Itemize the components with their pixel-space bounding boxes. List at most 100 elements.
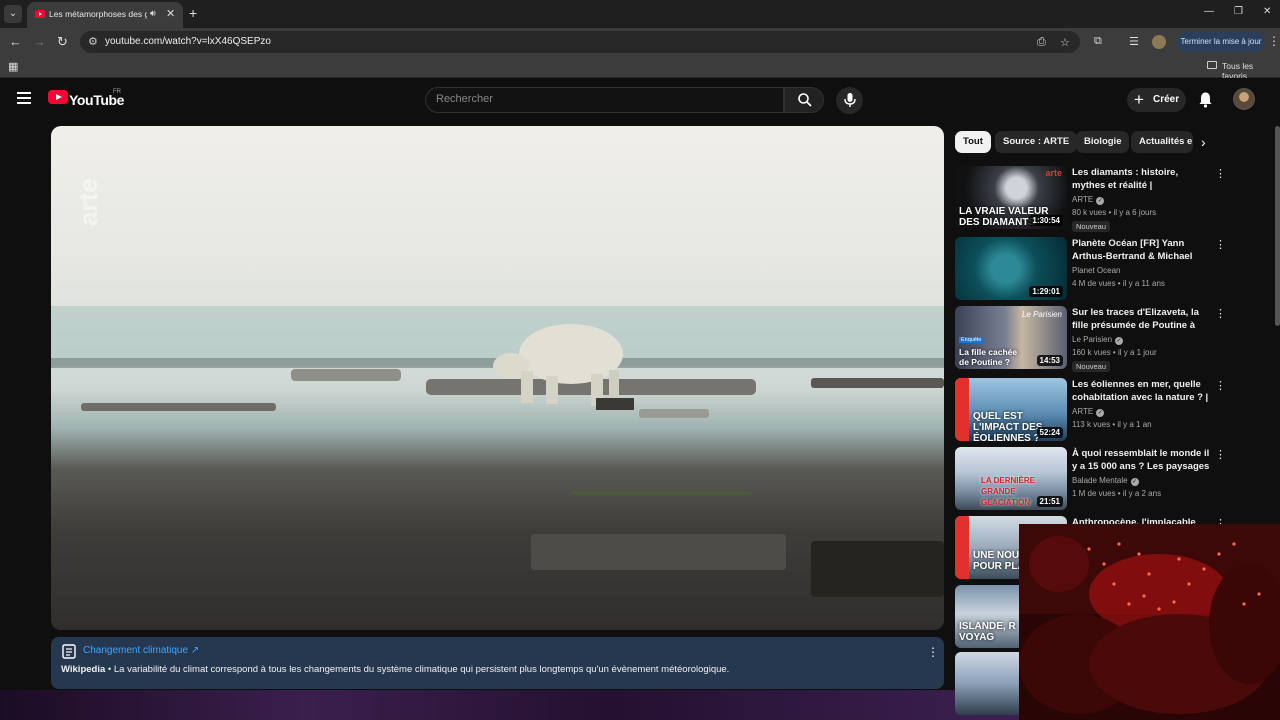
recommendation-item[interactable]: Enquête Le Parisien La fille cachée de P… bbox=[955, 306, 1226, 372]
channel-name-label: ARTE bbox=[1072, 195, 1094, 204]
update-button[interactable]: Terminer la mise à jour bbox=[1177, 32, 1265, 52]
webcam-image bbox=[1019, 524, 1280, 720]
verified-icon: ✓ bbox=[1096, 409, 1105, 417]
tab-search-chevron-down-icon[interactable]: ⌄ bbox=[4, 5, 22, 23]
more-vert-icon[interactable]: ⋮ bbox=[1215, 238, 1226, 251]
duration-badge: 14:53 bbox=[1036, 355, 1063, 366]
chevron-right-icon[interactable]: › bbox=[1201, 134, 1206, 150]
install-icon[interactable]: ⎙ bbox=[1037, 36, 1046, 49]
thumb-logo: Le Parisien bbox=[1021, 310, 1062, 319]
youtube-logo-icon[interactable] bbox=[48, 90, 68, 104]
url-text: youtube.com/watch?v=lxX46QSEPzo bbox=[105, 36, 271, 47]
chip-tout[interactable]: Tout bbox=[955, 131, 991, 153]
browser-tabstrip: ⌄ Les métamorphoses des glaciers 🔊︎ ✕ + … bbox=[0, 0, 1280, 28]
more-vert-icon[interactable]: ⋮ bbox=[1215, 448, 1226, 461]
window-close-icon[interactable]: ✕ bbox=[1263, 6, 1271, 17]
voice-search-button[interactable] bbox=[836, 87, 863, 114]
puzzle-icon[interactable]: ⧉ bbox=[1094, 35, 1102, 48]
video-title[interactable]: Sur les traces d'Elizaveta, la fille pré… bbox=[1072, 306, 1212, 332]
maximize-icon[interactable]: ❐ bbox=[1234, 6, 1243, 17]
search-input[interactable] bbox=[436, 93, 766, 105]
video-frame bbox=[51, 306, 944, 597]
more-vert-icon[interactable]: ⋮ bbox=[927, 645, 939, 659]
video-meta: 160 k vues • il y a 1 jour bbox=[1072, 348, 1157, 357]
thumbnail[interactable]: Enquête Le Parisien La fille cachée de P… bbox=[955, 306, 1067, 369]
bell-icon[interactable] bbox=[1198, 91, 1213, 108]
recommendation-item[interactable]: 1:29:01 Planète Océan [FR] Yann Arthus-B… bbox=[955, 237, 1226, 303]
channel-name-label: ARTE bbox=[1072, 407, 1094, 416]
desktop-background-strip bbox=[0, 690, 1020, 720]
recommendation-item[interactable]: LA DERNIÈRE GRANDE GLACIATION 21:51 À qu… bbox=[955, 447, 1226, 513]
search-button[interactable] bbox=[784, 87, 824, 113]
thumb-logo: arte bbox=[1045, 168, 1062, 178]
channel-name[interactable]: ARTE ✓ bbox=[1072, 407, 1105, 417]
recommendation-item[interactable]: arte LA VRAIE VALEUR DES DIAMANTS 1:30:5… bbox=[955, 166, 1226, 232]
more-vert-icon[interactable]: ⋮ bbox=[1215, 379, 1226, 392]
youtube-header: YouTube FR + Créer bbox=[0, 78, 1280, 122]
channel-name[interactable]: Le Parisien ✓ bbox=[1072, 335, 1124, 345]
thumb-text: La fille cachée de Poutine ? bbox=[959, 347, 1018, 367]
video-meta: 1 M de vues • il y a 2 ans bbox=[1072, 489, 1162, 498]
create-button[interactable]: + Créer bbox=[1127, 88, 1186, 112]
info-source: Wikipedia bbox=[61, 664, 106, 675]
video-meta: 113 k vues • il y a 1 an bbox=[1072, 420, 1152, 429]
tune-icon[interactable]: ⚙︎ bbox=[88, 35, 98, 48]
thumbnail[interactable]: LA DERNIÈRE GRANDE GLACIATION 21:51 bbox=[955, 447, 1067, 510]
reload-icon[interactable]: ↻ bbox=[57, 34, 68, 50]
recommendation-item[interactable]: QUEL EST L'IMPACT DES ÉOLIENNES ? 52:24 … bbox=[955, 378, 1226, 444]
tab-title: Les métamorphoses des glaciers bbox=[49, 9, 147, 19]
speaker-icon[interactable]: 🔊︎ bbox=[150, 8, 156, 19]
create-label: Créer bbox=[1153, 94, 1180, 105]
video-title[interactable]: À quoi ressemblait le monde il y a 15 00… bbox=[1072, 447, 1212, 473]
arrow-left-icon[interactable]: ← bbox=[9, 34, 22, 49]
chip-actualites[interactable]: Actualités en direct bbox=[1131, 131, 1193, 153]
channel-name[interactable]: Planet Ocean bbox=[1072, 266, 1120, 275]
profile-avatar[interactable] bbox=[1152, 35, 1166, 49]
more-vert-icon[interactable]: ⋮ bbox=[1215, 307, 1226, 320]
country-code: FR bbox=[113, 89, 121, 95]
thumbnail[interactable]: 1:29:01 bbox=[955, 237, 1067, 300]
video-player[interactable]: arte bbox=[51, 126, 944, 630]
minimize-icon[interactable]: — bbox=[1204, 6, 1214, 17]
browser-tab[interactable]: Les métamorphoses des glaciers 🔊︎ ✕ bbox=[27, 2, 183, 28]
document-icon bbox=[62, 644, 76, 659]
video-title[interactable]: Les diamants : histoire, mythes et réali… bbox=[1072, 166, 1212, 192]
topic-link[interactable]: Changement climatique ↗ bbox=[83, 645, 199, 656]
search-box bbox=[425, 87, 784, 113]
youtube-favicon-icon bbox=[35, 10, 45, 18]
plus-icon: + bbox=[1134, 90, 1144, 109]
apps-grid-icon[interactable]: ▦ bbox=[8, 60, 18, 73]
browser-toolbar: ← → ↻ ⚙︎ youtube.com/watch?v=lxX46QSEPzo… bbox=[0, 28, 1280, 56]
chip-biologie[interactable]: Biologie bbox=[1076, 131, 1130, 153]
mic-icon bbox=[844, 93, 856, 107]
reading-list-icon[interactable]: ☰ bbox=[1129, 35, 1139, 48]
video-title[interactable]: Planète Océan [FR] Yann Arthus-Bertrand … bbox=[1072, 237, 1212, 263]
browser-menu-icon[interactable]: ⋮ bbox=[1268, 34, 1280, 48]
star-icon[interactable]: ☆ bbox=[1060, 36, 1070, 49]
channel-name-label: Balade Mentale bbox=[1072, 476, 1128, 485]
duration-badge: 1:30:54 bbox=[1029, 215, 1063, 226]
plus-icon[interactable]: + bbox=[189, 5, 197, 21]
duration-badge: 21:51 bbox=[1036, 496, 1063, 507]
video-meta: 4 M de vues • il y a 11 ans bbox=[1072, 279, 1165, 288]
close-icon[interactable]: ✕ bbox=[166, 7, 175, 20]
avatar[interactable] bbox=[1233, 88, 1255, 110]
channel-name[interactable]: Balade Mentale ✓ bbox=[1072, 476, 1139, 486]
external-link-icon: ↗ bbox=[190, 645, 200, 656]
thumbnail[interactable]: QUEL EST L'IMPACT DES ÉOLIENNES ? 52:24 bbox=[955, 378, 1067, 441]
channel-name[interactable]: ARTE ✓ bbox=[1072, 195, 1105, 205]
video-title[interactable]: Les éoliennes en mer, quelle cohabitatio… bbox=[1072, 378, 1212, 404]
arrow-right-icon[interactable]: → bbox=[33, 34, 46, 49]
menu-icon[interactable] bbox=[17, 92, 31, 104]
thumbnail[interactable]: arte LA VRAIE VALEUR DES DIAMANTS 1:30:5… bbox=[955, 166, 1067, 229]
chip-source-arte[interactable]: Source : ARTE bbox=[995, 131, 1078, 153]
scrollbar[interactable] bbox=[1275, 126, 1280, 326]
video-meta: 80 k vues • il y a 6 jours bbox=[1072, 208, 1157, 217]
info-description: Wikipedia • La variabilité du climat cor… bbox=[61, 664, 730, 675]
address-bar[interactable]: ⚙︎ youtube.com/watch?v=lxX46QSEPzo ⎙ ☆ bbox=[80, 31, 1080, 53]
more-vert-icon[interactable]: ⋮ bbox=[1215, 167, 1226, 180]
duration-badge: 52:24 bbox=[1036, 427, 1063, 438]
bookmarks-bar: ▦ Tous les favoris bbox=[0, 56, 1280, 81]
verified-icon: ✓ bbox=[1130, 478, 1139, 486]
folder-icon bbox=[1207, 61, 1217, 69]
